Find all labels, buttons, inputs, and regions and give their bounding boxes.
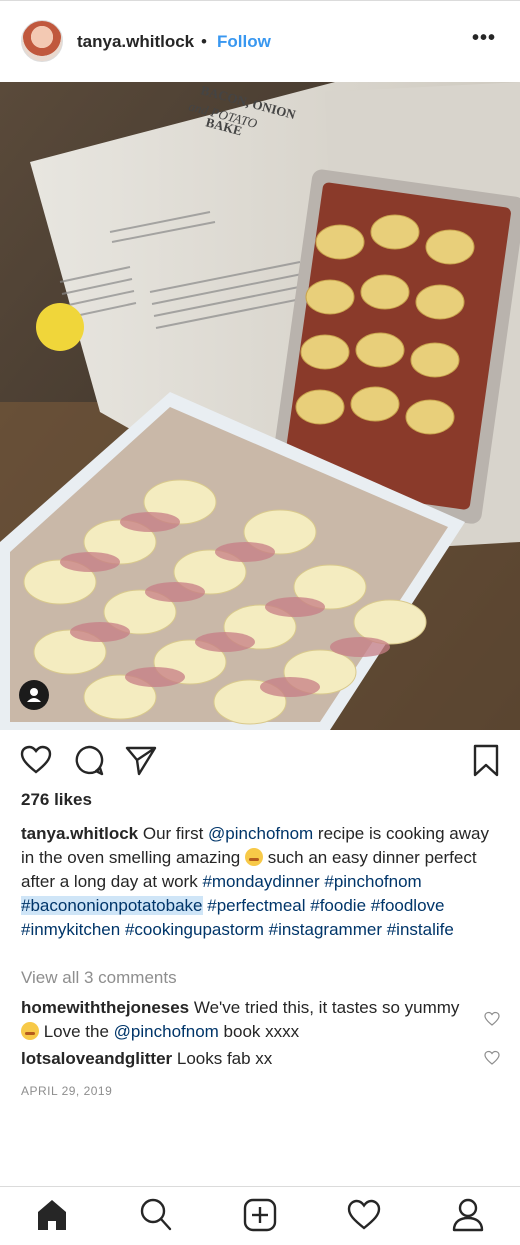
caption-username[interactable]: tanya.whitlock xyxy=(21,824,138,843)
post-actions xyxy=(0,740,520,784)
new-post-icon[interactable] xyxy=(243,1197,277,1233)
hashtag-link[interactable]: #perfectmeal xyxy=(207,896,305,915)
follow-button[interactable]: Follow xyxy=(217,32,271,52)
comment-mention[interactable]: @pinchofnom xyxy=(114,1022,219,1041)
comment-text: book xxxx xyxy=(218,1022,300,1041)
profile-icon[interactable] xyxy=(451,1197,485,1233)
hashtag-link[interactable]: #instagrammer xyxy=(269,920,382,939)
emoji-icon xyxy=(244,848,263,866)
post-username[interactable]: tanya.whitlock xyxy=(77,32,194,52)
caption-mention[interactable]: @pinchofnom xyxy=(208,824,313,843)
tagged-users-icon[interactable] xyxy=(19,680,49,710)
like-comment-heart-icon[interactable] xyxy=(484,1011,500,1027)
photo-illustration: BACON, ONION and POTATO BAKE xyxy=(0,82,520,730)
comment-icon[interactable] xyxy=(73,744,105,776)
comment: lotsaloveandglitter Looks fab xx xyxy=(21,1047,481,1071)
hashtag-link[interactable]: #inmykitchen xyxy=(21,920,120,939)
emoji-icon xyxy=(21,1022,39,1040)
post-photo[interactable]: BACON, ONION and POTATO BAKE xyxy=(0,82,520,730)
heart-icon[interactable] xyxy=(20,744,52,776)
home-icon[interactable] xyxy=(35,1197,69,1233)
caption-text: Our first xyxy=(138,824,209,843)
hashtag-link[interactable]: #foodie xyxy=(310,896,366,915)
hashtag-link[interactable]: #foodlove xyxy=(371,896,445,915)
bookmark-icon[interactable] xyxy=(470,744,502,778)
bottom-nav xyxy=(0,1186,520,1245)
share-icon[interactable] xyxy=(125,744,157,776)
likes-count[interactable]: 276 likes xyxy=(21,790,92,810)
separator-dot: • xyxy=(201,32,207,51)
comment-username[interactable]: homewiththejoneses xyxy=(21,998,189,1017)
hashtag-link[interactable]: #mondaydinner xyxy=(202,872,319,891)
comment-username[interactable]: lotsaloveandglitter xyxy=(21,1049,172,1068)
book-badge xyxy=(36,303,84,351)
more-options-icon[interactable]: ••• xyxy=(472,27,496,50)
comment: homewiththejoneses We've tried this, it … xyxy=(21,996,481,1044)
post-date: APRIL 29, 2019 xyxy=(21,1084,113,1098)
comment-text: We've tried this, it tastes so yummy xyxy=(189,998,460,1017)
hashtag-link[interactable]: #cookingupastorm xyxy=(125,920,264,939)
post-header: tanya.whitlock • Follow ••• xyxy=(0,0,520,82)
avatar[interactable] xyxy=(21,20,63,62)
hashtag-link[interactable]: #pinchofnom xyxy=(324,872,421,891)
post-caption: tanya.whitlock Our first @pinchofnom rec… xyxy=(21,822,501,942)
like-comment-heart-icon[interactable] xyxy=(484,1050,500,1066)
hashtag-link[interactable]: #bacononionpotatobake xyxy=(21,896,203,915)
view-all-comments-link[interactable]: View all 3 comments xyxy=(21,968,177,988)
comment-text: Looks fab xx xyxy=(172,1049,273,1068)
comment-text: Love the xyxy=(39,1022,114,1041)
activity-heart-icon[interactable] xyxy=(347,1197,381,1233)
hashtag-link[interactable]: #instalife xyxy=(387,920,454,939)
search-icon[interactable] xyxy=(139,1197,173,1233)
